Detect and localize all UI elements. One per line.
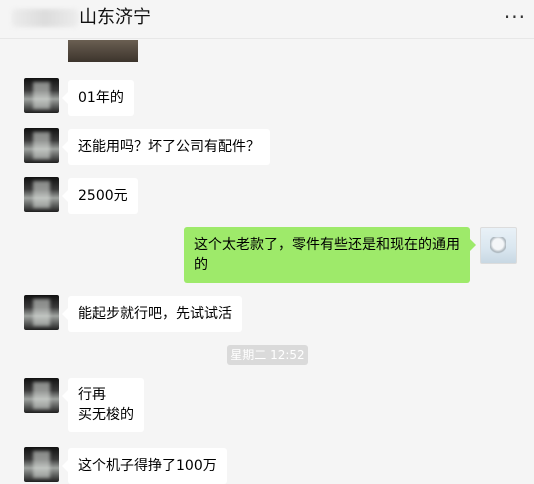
redacted-title-prefix bbox=[12, 9, 78, 27]
chat-title: 山东济宁 bbox=[79, 7, 151, 28]
avatar[interactable] bbox=[24, 177, 59, 212]
message-text: 01年的 bbox=[78, 90, 124, 106]
avatar[interactable] bbox=[24, 295, 59, 330]
more-horizontal-icon[interactable]: ··· bbox=[504, 7, 526, 27]
avatar[interactable] bbox=[24, 128, 59, 163]
message-text: 这个太老款了，零件有些还是和现在的通用的 bbox=[194, 237, 460, 273]
outgoing-message-bubble[interactable]: 这个太老款了，零件有些还是和现在的通用的 bbox=[184, 227, 476, 283]
message-bubble[interactable]: 能起步就行吧，先试试活 bbox=[62, 296, 242, 332]
avatar[interactable] bbox=[24, 447, 59, 482]
message-bubble[interactable]: 还能用吗？坏了公司有配件？ bbox=[62, 129, 270, 165]
message-text: 这个机子得挣了100万 bbox=[78, 458, 217, 474]
message-text: 2500元 bbox=[78, 188, 128, 204]
image-message-partial[interactable] bbox=[68, 40, 138, 62]
avatar[interactable] bbox=[24, 78, 59, 113]
timestamp-divider: 星期二 12:52 bbox=[227, 345, 308, 365]
message-text: 还能用吗？坏了公司有配件？ bbox=[78, 139, 260, 155]
message-text-line: 买无梭的 bbox=[78, 407, 134, 423]
message-text: 能起步就行吧，先试试活 bbox=[78, 306, 232, 322]
message-text-line: 行再 bbox=[78, 387, 106, 403]
avatar[interactable] bbox=[24, 378, 59, 413]
message-bubble[interactable]: 01年的 bbox=[62, 80, 134, 116]
my-avatar[interactable] bbox=[480, 227, 517, 264]
message-bubble[interactable]: 行再 买无梭的 bbox=[62, 378, 144, 432]
message-bubble[interactable]: 2500元 bbox=[62, 178, 138, 214]
chat-header: 山东济宁 ··· bbox=[0, 0, 534, 39]
